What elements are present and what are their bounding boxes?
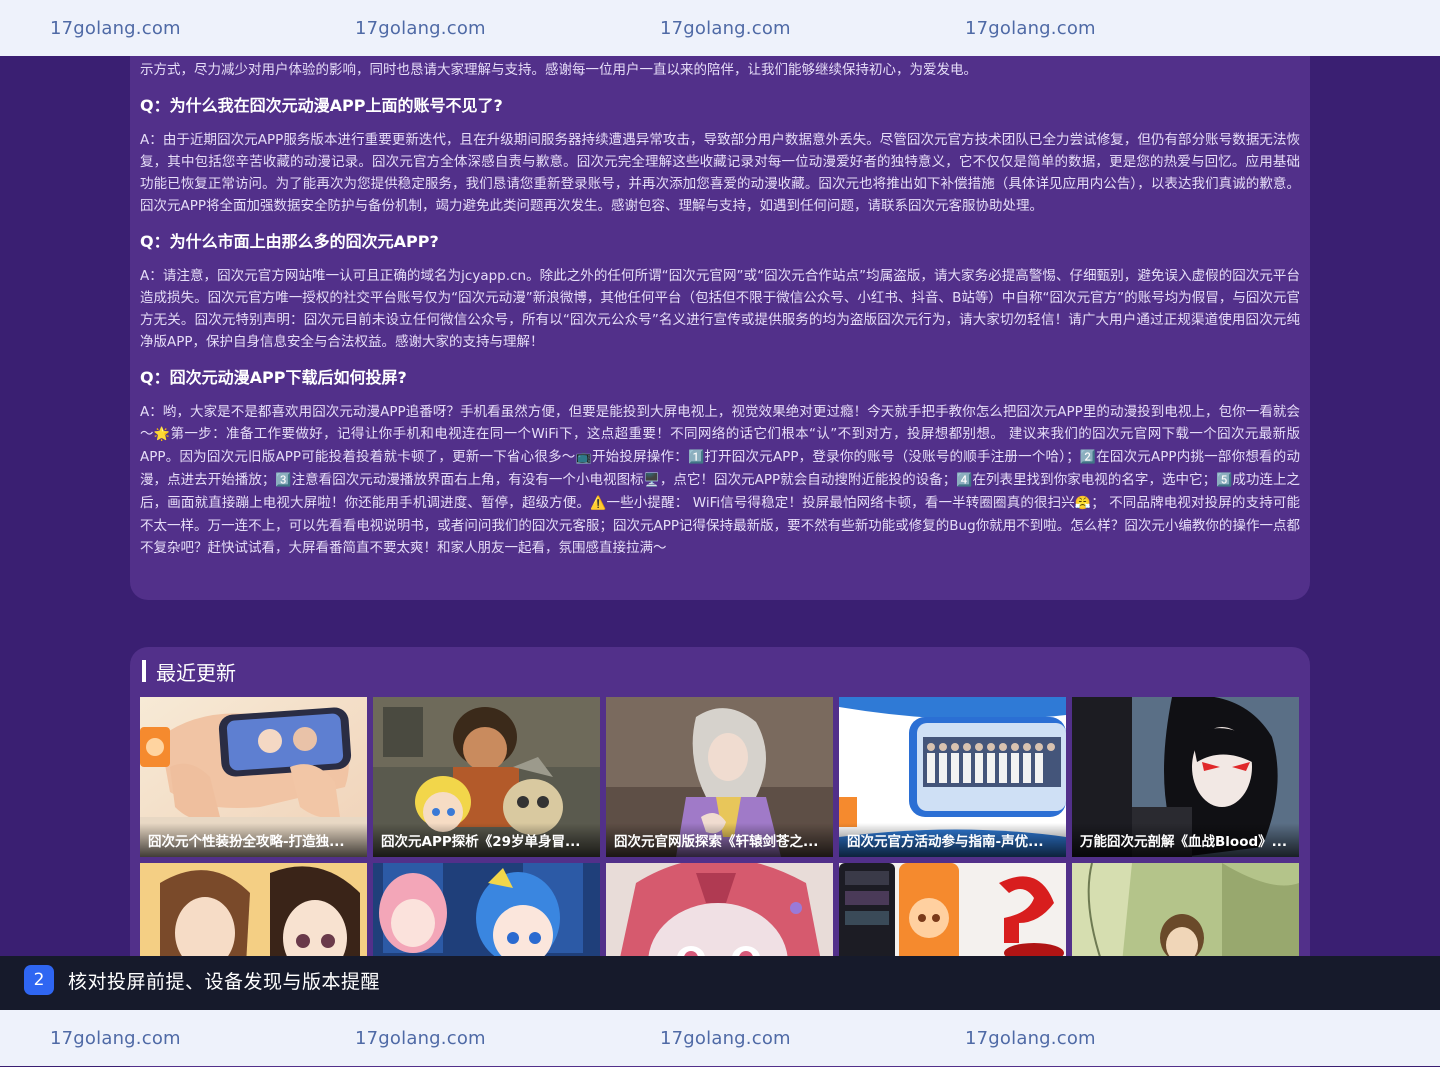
- step-title: 核对投屏前提、设备发现与版本提醒: [68, 971, 381, 993]
- faq-answer-2: A：请注意，囧次元官方网站唯一认可且正确的域名为jcyapp.cn。除此之外的任…: [140, 268, 1300, 350]
- star-icon: 🌟: [153, 427, 171, 442]
- caption-text: 囧次元官方活动参与指南-声优...: [847, 834, 1044, 850]
- keycap-1-icon: 1️⃣: [687, 450, 705, 465]
- step-number-badge: 2: [24, 965, 54, 995]
- faq-intro-text: 示方式，尽力减少对用户体验的影响，同时也恳请大家理解与支持。感谢每一位用户一直以…: [140, 62, 977, 78]
- item-caption: 囧次元APP探析《29岁单身冒...: [373, 823, 600, 857]
- step-banner: 2 核对投屏前提、设备发现与版本提醒: [0, 956, 1440, 1010]
- watermark-text: 17golang.com: [660, 17, 791, 39]
- title-accent-bar: [142, 660, 146, 682]
- watermark-text: 17golang.com: [355, 1027, 486, 1049]
- recent-item[interactable]: 囧次元官方活动参与指南-声优...: [839, 697, 1066, 857]
- recent-item[interactable]: 囧次元官网版探索《轩辕剑苍之...: [606, 697, 833, 857]
- item-caption: 万能囧次元剖解《血战Blood》...: [1072, 823, 1299, 857]
- item-caption: 囧次元官网版探索《轩辕剑苍之...: [606, 823, 833, 857]
- watermark-text: 17golang.com: [965, 17, 1096, 39]
- item-caption: 囧次元个性装扮全攻略-打造独...: [140, 823, 367, 857]
- faq-answer-1: A：由于近期囧次元APP服务版本进行重要更新迭代，且在升级期间服务器持续遭遇异常…: [140, 132, 1300, 214]
- keycap-5-icon: 5️⃣: [1216, 473, 1233, 488]
- answer-part: 开始投屏操作：: [591, 449, 688, 465]
- recent-item[interactable]: 囧次元APP探析《29岁单身冒...: [373, 697, 600, 857]
- item-caption: 囧次元官方活动参与指南-声优...: [839, 823, 1066, 857]
- frustrated-face-icon: 😤: [1074, 496, 1092, 511]
- desktop-computer-icon: 🖥️: [643, 473, 660, 488]
- keycap-4-icon: 4️⃣: [956, 473, 973, 488]
- recent-item[interactable]: 囧次元个性装扮全攻略-打造独...: [140, 697, 367, 857]
- watermark-text: 17golang.com: [355, 17, 486, 39]
- answer-part: 打开囧次元APP，登录你的账号（没账号的顺手注册一个哈）；: [704, 449, 1080, 465]
- watermark-text: 17golang.com: [660, 1027, 791, 1049]
- caption-text: 万能囧次元剖解《血战Blood》...: [1080, 834, 1288, 850]
- caption-text: 囧次元APP探析《29岁单身冒...: [381, 834, 581, 850]
- caption-text: 囧次元个性装扮全攻略-打造独...: [148, 834, 345, 850]
- faq-question-1: Q：为什么我在囧次元动漫APP上面的账号不见了?: [140, 96, 503, 115]
- faq-card: 示方式，尽力减少对用户体验的影响，同时也恳请大家理解与支持。感谢每一位用户一直以…: [130, 0, 1310, 600]
- keycap-2-icon: 2️⃣: [1079, 450, 1096, 465]
- top-watermark-bar: 17golang.com 17golang.com 17golang.com 1…: [0, 0, 1440, 56]
- answer-part: 一些小提醒： WiFi信号得稳定！投屏最怕网络卡顿，看一半转圈圈真的很扫兴: [606, 495, 1075, 511]
- watermark-text: 17golang.com: [965, 1027, 1096, 1049]
- tv-icon: 📺: [575, 450, 592, 465]
- watermark-text: 17golang.com: [50, 1027, 181, 1049]
- recent-item[interactable]: 万能囧次元剖解《血战Blood》...: [1072, 697, 1299, 857]
- answer-part: 在列表里找到你家电视的名字，选中它；: [972, 472, 1217, 488]
- answer-part: ，点它！囧次元APP就会自动搜附近能投的设备；: [659, 472, 957, 488]
- section-title: 最近更新: [142, 659, 236, 685]
- watermark-text: 17golang.com: [50, 17, 181, 39]
- keycap-3-icon: 3️⃣: [275, 473, 292, 488]
- recent-updates-title: 最近更新: [156, 660, 236, 685]
- faq-question-3: Q：囧次元动漫APP下载后如何投屏?: [140, 368, 407, 387]
- faq-question-2: Q：为什么市面上由那么多的囧次元APP?: [140, 232, 439, 251]
- faq-content: 示方式，尽力减少对用户体验的影响，同时也恳请大家理解与支持。感谢每一位用户一直以…: [140, 56, 1300, 559]
- caption-text: 囧次元官网版探索《轩辕剑苍之...: [614, 834, 819, 850]
- answer-part: 注意看囧次元动漫播放界面右上角，有没有一个小电视图标: [291, 472, 644, 488]
- warning-icon: ⚠️: [590, 496, 607, 511]
- bottom-watermark-bar: 17golang.com 17golang.com 17golang.com 1…: [0, 1010, 1440, 1066]
- faq-answer-3: A：哟，大家是不是都喜欢用囧次元动漫APP追番呀？手机看虽然方便，但要是能投到大…: [140, 401, 1300, 559]
